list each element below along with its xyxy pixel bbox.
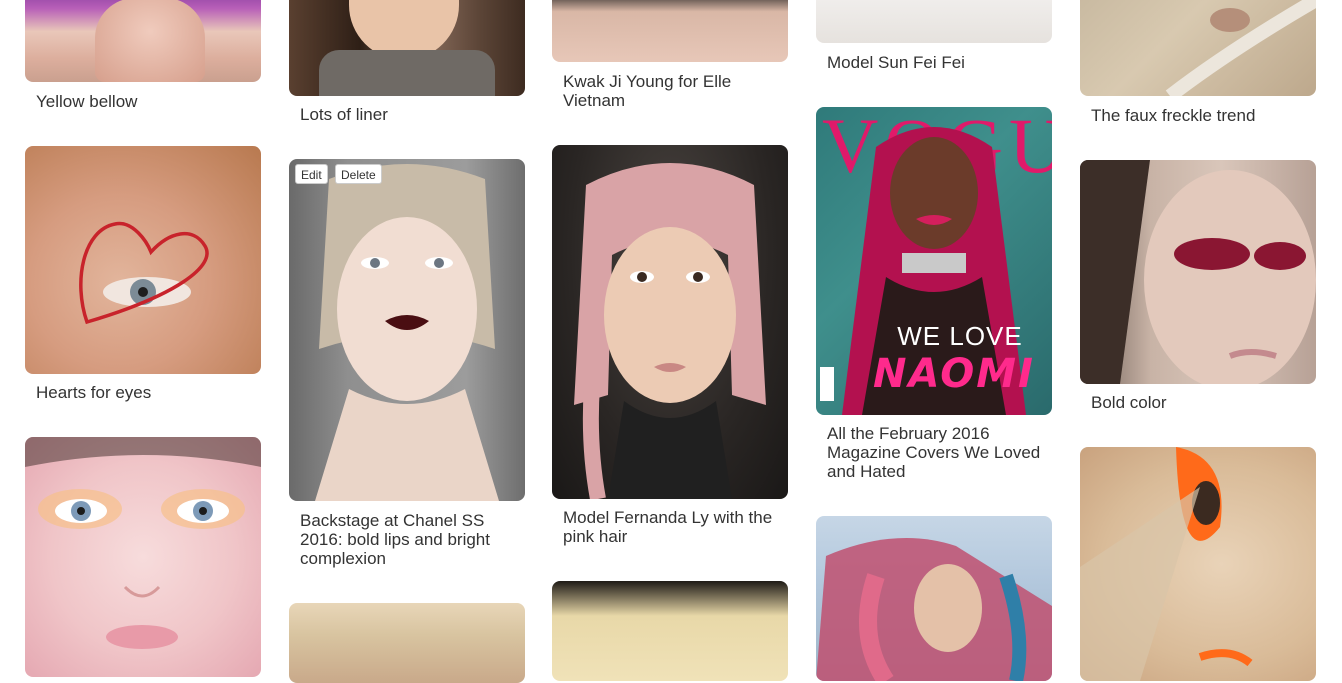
model-portrait [315,164,499,501]
model-portrait [816,538,1052,681]
pin-caption[interactable]: The faux freckle trend [1091,106,1305,125]
edit-button[interactable]: Edit [295,164,328,184]
pin-image-hearts-for-eyes[interactable] [25,146,261,374]
pin-image-orange-liner[interactable] [1080,447,1316,681]
pin-image-lots-of-liner[interactable] [289,0,525,96]
pin-image-platinum-model[interactable] [552,581,788,681]
pin-image-kwak-ji-young[interactable] [552,0,788,62]
face-illustration [25,437,261,649]
pin-image-fernanda-ly[interactable] [552,145,788,499]
pin-caption[interactable]: Yellow bellow [36,92,250,111]
pin-caption[interactable]: Model Sun Fei Fei [827,53,1041,72]
pin-caption[interactable]: All the February 2016 Magazine Covers We… [827,424,1041,481]
eye-illustration [1080,447,1253,681]
heart-eyeliner-drawing [79,221,209,325]
pin-image-vogue-cover[interactable]: VOGUE WE LOVE NAOMI [816,107,1052,415]
model-portrait [574,163,766,499]
pin-image-blonde-model[interactable] [289,603,525,683]
cover-tagline: WE LOVE [897,321,1023,351]
pin-image-pink-eyeshadow[interactable] [25,437,261,677]
delete-button[interactable]: Delete [335,164,382,184]
pin-caption[interactable]: Backstage at Chanel SS 2016: bold lips a… [300,511,514,568]
braid-illustration [1165,0,1316,96]
pin-caption[interactable]: Kwak Ji Young for Elle Vietnam [563,72,777,110]
pin-image-chanel-backstage[interactable]: Edit Delete [289,159,525,501]
pin-caption[interactable]: Lots of liner [300,105,514,124]
cover-name: NAOMI [873,351,1035,397]
hand-shape [95,0,205,82]
pin-caption[interactable]: Model Fernanda Ly with the pink hair [563,508,777,546]
pin-image-bold-color[interactable] [1080,160,1316,384]
scarf-shape [319,50,495,96]
model-portrait [1080,160,1316,384]
pin-image-faux-freckle[interactable] [1080,0,1316,96]
pin-image-sun-fei-fei[interactable] [816,0,1052,43]
pin-image-yellow-bellow[interactable] [25,0,261,82]
pin-image-pink-hair[interactable] [816,516,1052,681]
pin-caption[interactable]: Bold color [1091,393,1305,412]
pin-caption[interactable]: Hearts for eyes [36,383,250,402]
